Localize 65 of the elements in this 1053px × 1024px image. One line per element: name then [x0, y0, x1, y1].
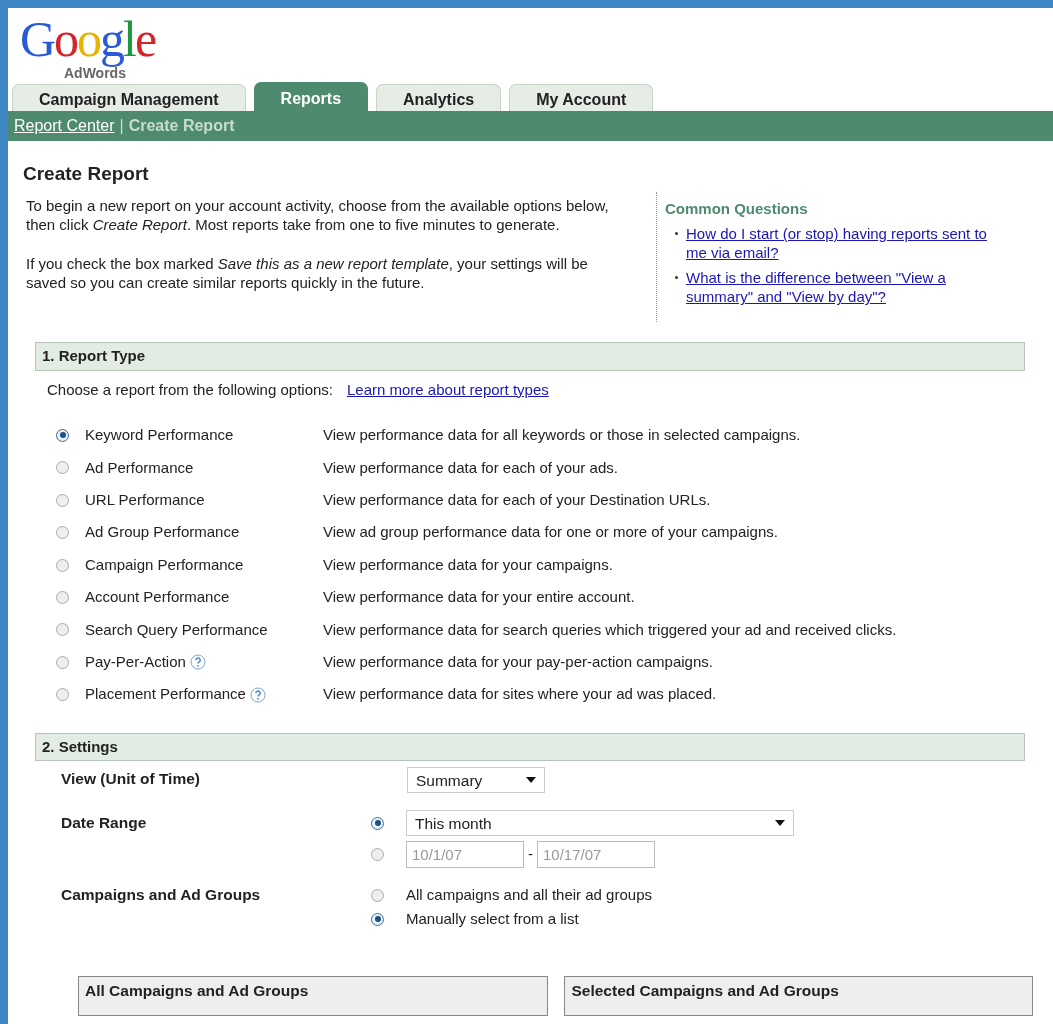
radio-button[interactable] [56, 461, 69, 475]
radio-button[interactable] [371, 888, 384, 902]
intro-paragraph: To begin a new report on your account activity, choose from the available options below, then click Create Report. Most reports take from one to five minutes to generate. [26, 195, 610, 234]
tab[interactable]: Campaign Management [12, 84, 246, 111]
option-label: Pay-Per-Action [85, 651, 186, 672]
intro-paragraph: If you check the box marked Save this as a new report template, your settings will be saved so you can create similar reports quickly in the future. [26, 253, 589, 292]
view-dropdown[interactable]: Summary [407, 767, 545, 794]
option-label: Ad Performance [85, 457, 194, 478]
radio-button[interactable] [371, 847, 384, 861]
setting-label: View (Unit of Time) [61, 769, 201, 790]
question-link[interactable]: What is the difference between "View a summary" and "View by day"? [686, 268, 1001, 307]
date-range-dropdown[interactable]: This month [406, 810, 794, 837]
panel-header: Selected Campaigns and Ad Groups [564, 976, 1033, 1017]
radio-button[interactable] [56, 429, 69, 442]
option-description: View performance data for your pay-per-action campaigns. [323, 651, 713, 672]
option-description: View performance data for each of your Destination URLs. [323, 490, 711, 510]
help-icon[interactable] [249, 686, 266, 703]
radio-button[interactable] [56, 590, 69, 604]
option-label: URL Performance [85, 490, 205, 510]
caret-icon [775, 820, 785, 827]
tab[interactable]: Reports [253, 82, 369, 111]
questions-title: Common Questions [665, 198, 809, 219]
learn-more-link[interactable]: Learn more about report types [347, 378, 549, 402]
section-header: 1. Report Type [35, 342, 1025, 371]
option-label: Ad Group Performance [85, 522, 240, 543]
option-description: View performance data for your entire account. [323, 587, 635, 608]
breadcrumb-current: Create Report [128, 116, 235, 136]
page-title: Create Report [23, 163, 150, 186]
option-description: View performance data for sites where your ad was placed. [323, 684, 717, 705]
section-header: 2. Settings [35, 732, 1025, 762]
breadcrumb-separator: | [119, 116, 124, 136]
radio-button[interactable] [371, 912, 384, 926]
radio-button[interactable] [56, 526, 69, 540]
setting-label: Date Range [61, 813, 148, 834]
tab[interactable]: Analytics [376, 84, 502, 111]
setting-label: Campaigns and Ad Groups [61, 885, 262, 906]
radio-button[interactable] [56, 493, 69, 507]
breadcrumb-link[interactable]: Report Center [14, 114, 115, 138]
tab[interactable]: My Account [509, 84, 654, 111]
option-description: View performance data for search queries which triggered your ad and received clicks. [323, 619, 897, 640]
option-description: View ad group performance data for one or more of your campaigns. [323, 522, 778, 543]
bullet-icon [675, 232, 678, 236]
panel-header: All Campaigns and Ad Groups [78, 976, 549, 1017]
bullet-icon [675, 276, 678, 280]
option-label: Placement Performance [85, 684, 246, 705]
option-label: Campaign Performance [85, 554, 244, 575]
prompt-text: Choose a report from the following options: [47, 379, 333, 400]
option-label: Search Query Performance [85, 619, 268, 640]
option-label: Account Performance [85, 587, 230, 608]
option-description: View performance data for your campaigns. [323, 554, 613, 575]
help-icon[interactable] [189, 654, 206, 671]
option-label: All campaigns and all their ad groups [406, 885, 652, 906]
radio-button[interactable] [56, 558, 69, 572]
date-separator: - [528, 844, 533, 865]
radio-button[interactable] [371, 816, 384, 830]
caret-icon [526, 777, 536, 784]
question-link[interactable]: How do I start (or stop) having reports sent to me via email? [686, 224, 1001, 263]
logo-subtitle: AdWords [64, 66, 126, 81]
radio-button[interactable] [56, 655, 69, 669]
option-description: View performance data for all keywords or those in selected campaigns. [323, 425, 801, 446]
option-label: Keyword Performance [85, 425, 234, 446]
radio-button[interactable] [56, 688, 69, 702]
radio-button[interactable] [56, 623, 69, 637]
option-description: View performance data for each of your ads. [323, 457, 618, 478]
option-label: Manually select from a list [406, 909, 579, 930]
